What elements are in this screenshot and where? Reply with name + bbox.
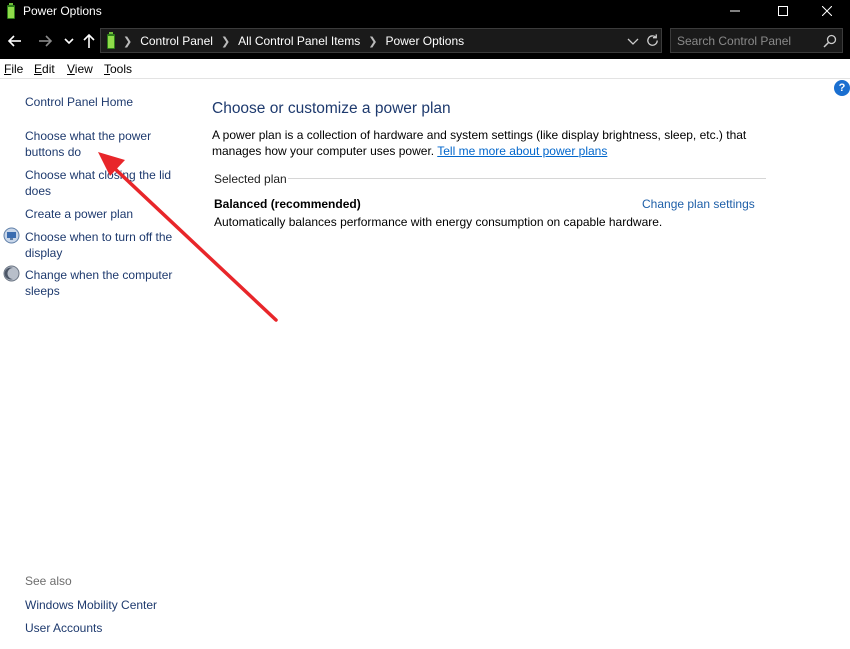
search-box[interactable] — [670, 28, 843, 53]
sidebar-item-computer-sleeps[interactable]: Change when the computer sleeps — [25, 268, 172, 298]
menu-edit-mnemonic: E — [34, 62, 43, 76]
sidebar-item-power-buttons[interactable]: Choose what the power buttons do — [25, 129, 151, 159]
see-also-heading: See also — [25, 574, 72, 588]
forward-arrow-icon[interactable] — [36, 32, 54, 50]
battery-icon — [107, 32, 115, 49]
breadcrumb-power-options[interactable]: Power Options — [385, 34, 464, 48]
minimize-icon — [730, 10, 740, 12]
sidebar-item-create-plan[interactable]: Create a power plan — [25, 207, 133, 221]
menu-tools-label: ools — [110, 62, 133, 76]
sidebar-item-computer-sleeps-wrap: Change when the computer sleeps — [25, 267, 175, 299]
sidebar-item-turn-off-display-wrap: Choose when to turn off the display — [25, 229, 175, 261]
change-plan-settings-link[interactable]: Change plan settings — [642, 197, 755, 211]
menu-bar: File Edit View Tools — [0, 59, 850, 79]
menu-file[interactable]: File — [4, 62, 23, 76]
menu-file-label: ile — [11, 62, 24, 76]
refresh-icon[interactable] — [645, 33, 660, 48]
help-icon[interactable]: ? — [834, 80, 850, 96]
learn-more-link[interactable]: Tell me more about power plans — [437, 144, 607, 158]
title-bar: Power Options — [0, 0, 850, 22]
battery-icon — [7, 3, 15, 19]
close-icon — [822, 6, 832, 16]
recent-locations-chevron-icon[interactable] — [61, 32, 79, 50]
sidebar-item-power-buttons-wrap: Choose what the power buttons do — [25, 128, 160, 160]
close-button[interactable] — [804, 0, 850, 22]
menu-view[interactable]: View — [67, 62, 93, 76]
see-also-user-accounts-link[interactable]: User Accounts — [25, 621, 102, 635]
back-arrow-icon[interactable] — [6, 32, 24, 50]
see-also-mobility-center-wrap: Windows Mobility Center — [25, 597, 185, 613]
breadcrumb-control-panel[interactable]: Control Panel — [140, 34, 213, 48]
sidebar-item-closing-lid[interactable]: Choose what closing the lid does — [25, 168, 171, 198]
address-bar[interactable]: ❯ Control Panel ❯ All Control Panel Item… — [100, 28, 662, 53]
search-icon[interactable] — [823, 34, 837, 48]
maximize-icon — [778, 6, 788, 16]
see-also-mobility-center-link[interactable]: Windows Mobility Center — [25, 598, 157, 612]
page-title: Choose or customize a power plan — [212, 100, 451, 117]
control-panel-home-link-wrap: Control Panel Home — [25, 94, 185, 110]
maximize-button[interactable] — [760, 0, 806, 22]
up-arrow-icon[interactable] — [80, 32, 98, 50]
breadcrumb-separator-icon: ❯ — [220, 35, 231, 48]
sleep-moon-icon — [3, 265, 20, 282]
menu-edit[interactable]: Edit — [34, 62, 55, 76]
menu-view-label: iew — [74, 62, 93, 76]
chevron-down-icon[interactable] — [627, 36, 639, 46]
sidebar-item-closing-lid-wrap: Choose what closing the lid does — [25, 167, 175, 199]
breadcrumb-separator-icon: ❯ — [123, 35, 133, 48]
page-description: A power plan is a collection of hardware… — [212, 127, 772, 159]
plan-description: Automatically balances performance with … — [214, 215, 663, 229]
sidebar-item-turn-off-display[interactable]: Choose when to turn off the display — [25, 230, 172, 260]
selected-plan-label: Selected plan — [214, 172, 287, 186]
breadcrumb: ❯ Control Panel ❯ All Control Panel Item… — [123, 34, 464, 48]
window-title: Power Options — [23, 4, 102, 18]
minimize-button[interactable] — [712, 0, 758, 22]
display-shield-icon — [3, 227, 20, 244]
sidebar-item-create-plan-wrap: Create a power plan — [25, 206, 185, 222]
menu-edit-label: dit — [42, 62, 55, 76]
search-input[interactable] — [677, 33, 817, 48]
menu-view-mnemonic: V — [67, 62, 75, 76]
menu-tools[interactable]: Tools — [104, 62, 132, 76]
see-also-user-accounts-wrap: User Accounts — [25, 620, 185, 636]
breadcrumb-separator-icon: ❯ — [368, 35, 378, 48]
plan-name: Balanced (recommended) — [214, 197, 361, 211]
breadcrumb-all-control-panel-items[interactable]: All Control Panel Items — [238, 34, 360, 48]
section-divider — [288, 178, 766, 179]
navigation-bar: ❯ Control Panel ❯ All Control Panel Item… — [0, 22, 850, 59]
control-panel-home-link[interactable]: Control Panel Home — [25, 95, 133, 109]
